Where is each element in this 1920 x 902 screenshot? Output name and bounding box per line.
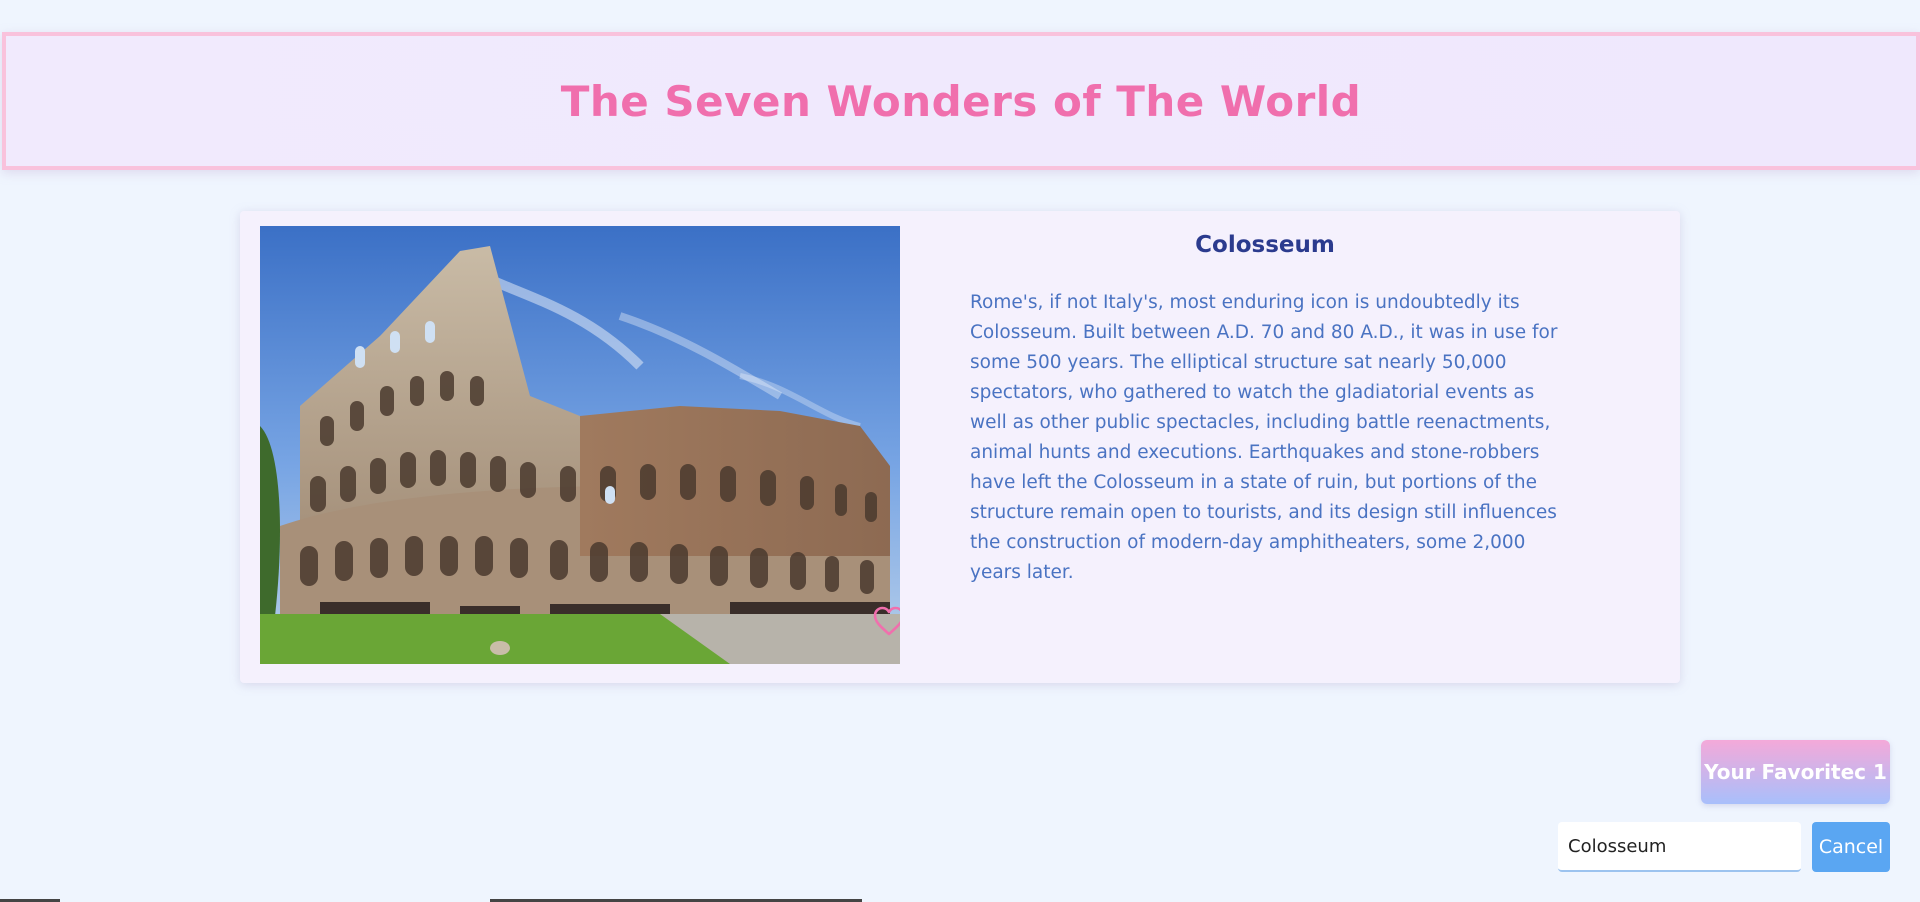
- favorites-button[interactable]: Your Favoritec 1: [1701, 740, 1890, 804]
- favorite-name-input[interactable]: [1558, 822, 1801, 872]
- colosseum-image: [260, 226, 900, 664]
- wonder-info: Colosseum Rome's, if not Italy's, most e…: [970, 226, 1560, 588]
- page-header: The Seven Wonders of The World: [2, 32, 1920, 170]
- wonder-description: Rome's, if not Italy's, most enduring ic…: [970, 292, 1558, 583]
- wonder-card: Colosseum Rome's, if not Italy's, most e…: [240, 211, 1680, 683]
- wonder-title: Colosseum: [1195, 232, 1335, 258]
- heart-outline-icon[interactable]: [871, 603, 900, 639]
- colosseum-photo: [260, 226, 900, 664]
- page-title: The Seven Wonders of The World: [560, 76, 1362, 126]
- cancel-button[interactable]: Cancel: [1812, 822, 1890, 872]
- page: The Seven Wonders of The World Colosseum…: [0, 0, 1920, 902]
